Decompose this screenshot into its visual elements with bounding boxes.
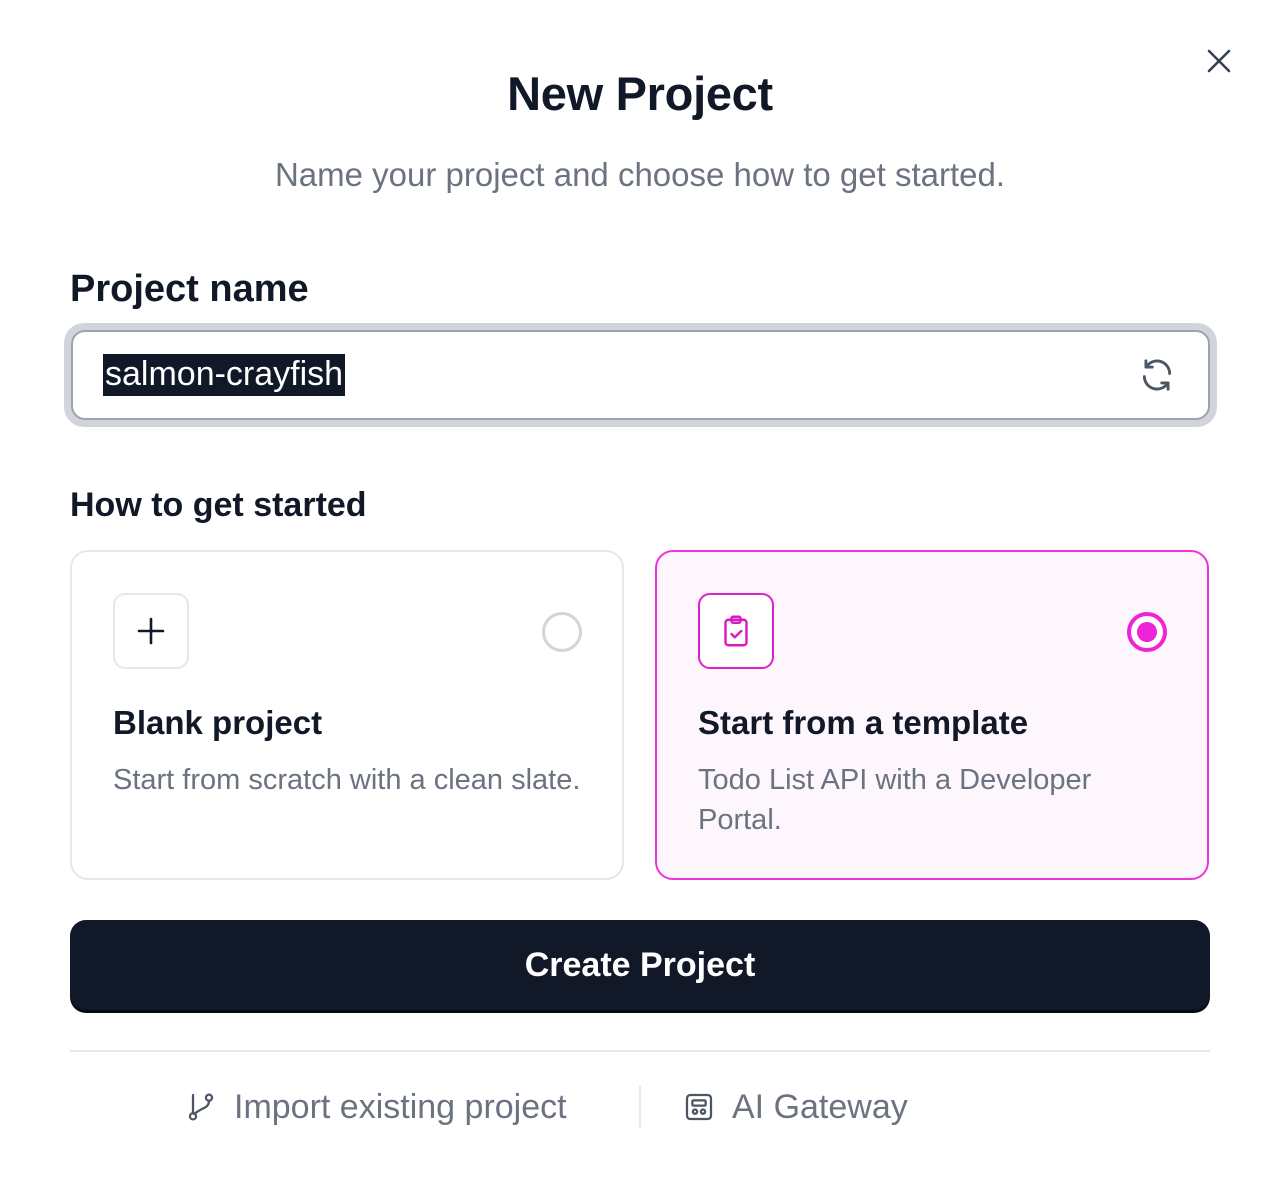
template-icon-box bbox=[698, 593, 774, 669]
import-project-label: Import existing project bbox=[234, 1087, 567, 1126]
blank-project-icon-box bbox=[113, 593, 189, 669]
footer-divider bbox=[70, 1050, 1210, 1052]
template-option[interactable]: Start from a template Todo List API with… bbox=[655, 550, 1209, 880]
gateway-icon bbox=[682, 1090, 716, 1124]
blank-project-option[interactable]: Blank project Start from scratch with a … bbox=[70, 550, 624, 880]
project-name-label: Project name bbox=[70, 268, 309, 310]
blank-project-description: Start from scratch with a clean slate. bbox=[113, 764, 581, 796]
blank-project-radio[interactable] bbox=[542, 612, 582, 652]
git-branch-icon bbox=[184, 1090, 218, 1124]
project-name-input[interactable]: salmon-crayfish bbox=[71, 330, 1210, 420]
ai-gateway-label: AI Gateway bbox=[732, 1087, 908, 1126]
template-title: Start from a template bbox=[698, 704, 1029, 741]
template-description: Todo List API with a Developer Portal. bbox=[698, 764, 1092, 836]
refresh-icon bbox=[1142, 359, 1172, 391]
clipboard-check-icon bbox=[724, 615, 748, 647]
project-name-value: salmon-crayfish bbox=[103, 354, 346, 396]
create-project-button[interactable]: Create Project bbox=[70, 920, 1210, 1010]
regenerate-name-button[interactable] bbox=[1136, 354, 1178, 396]
plus-icon bbox=[137, 617, 165, 645]
footer-separator bbox=[639, 1086, 641, 1128]
project-name-focus-ring: salmon-crayfish bbox=[64, 323, 1217, 427]
blank-project-title: Blank project bbox=[113, 704, 323, 741]
get-started-label: How to get started bbox=[70, 486, 367, 524]
dialog-title: New Project bbox=[507, 67, 773, 120]
new-project-dialog: New Project Name your project and choose… bbox=[0, 0, 1280, 1192]
dialog-subtitle: Name your project and choose how to get … bbox=[274, 156, 1006, 193]
import-project-link[interactable]: Import existing project bbox=[184, 1084, 567, 1130]
ai-gateway-link[interactable]: AI Gateway bbox=[682, 1084, 908, 1130]
template-radio[interactable] bbox=[1127, 612, 1167, 652]
